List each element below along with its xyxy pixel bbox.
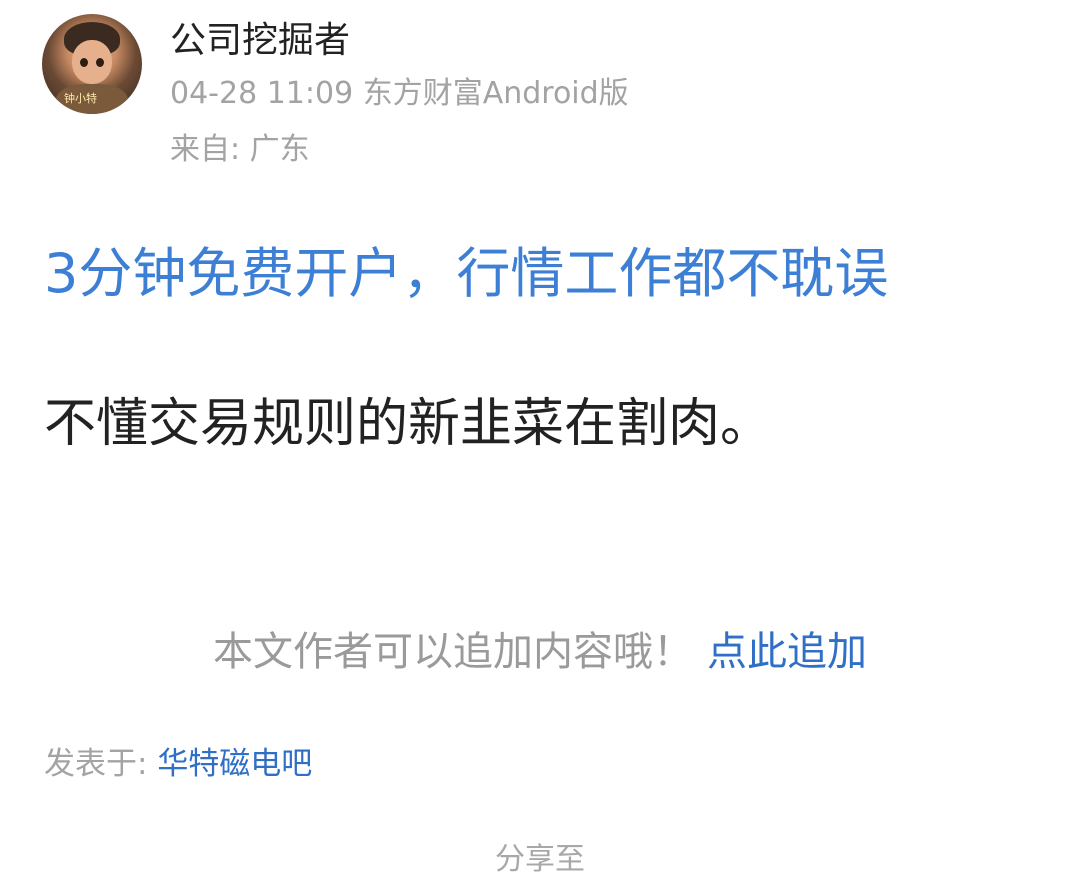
posted-in-label: 发表于: bbox=[44, 746, 158, 782]
share-to-label: 分享至 bbox=[495, 842, 585, 877]
post-time-client: 04-28 11:09 东方财富Android版 bbox=[170, 76, 629, 111]
author-name[interactable]: 公司挖掘者 bbox=[170, 16, 350, 66]
append-link[interactable]: 点此追加 bbox=[707, 629, 867, 675]
avatar-eye-left bbox=[80, 58, 88, 67]
avatar-tag: 钟小特 bbox=[64, 92, 97, 105]
avatar[interactable]: 钟小特 bbox=[42, 14, 142, 114]
post-content: 不懂交易规则的新韭菜在割肉。 bbox=[44, 394, 773, 454]
bar-link[interactable]: 华特磁电吧 bbox=[157, 746, 312, 782]
post-location: 来自: 广东 bbox=[170, 132, 310, 167]
open-account-promo-link[interactable]: 3分钟免费开户，行情工作都不耽误 bbox=[44, 238, 888, 310]
append-hint: 本文作者可以追加内容哦！ bbox=[213, 629, 693, 675]
avatar-eye-right bbox=[96, 58, 104, 67]
post-header: 钟小特 公司挖掘者 04-28 11:09 东方财富Android版 来自: 广… bbox=[42, 8, 1042, 178]
avatar-face bbox=[72, 40, 112, 84]
append-content-row: 本文作者可以追加内容哦！ 点此追加 bbox=[0, 624, 1080, 680]
posted-in: 发表于: 华特磁电吧 bbox=[44, 742, 312, 786]
